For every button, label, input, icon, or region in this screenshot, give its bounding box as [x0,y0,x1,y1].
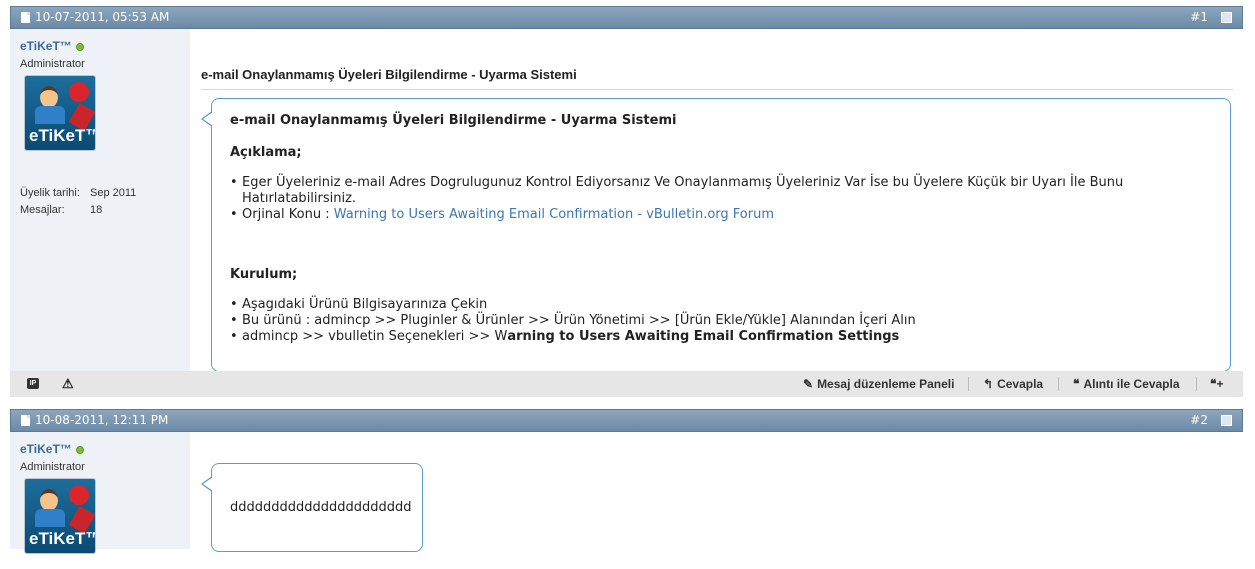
inline-mod-checkbox[interactable] [1221,415,1232,426]
user-info-panel: eTiKeT™ Administrator eTiKeT™ Üyelik tar… [10,29,190,372]
reply-button[interactable]: ↰ Cevapla [983,377,1043,391]
message-heading: e-mail Onaylanmamış Üyeleri Bilgilendirm… [230,113,677,128]
divider [1196,377,1197,391]
post-body: eTiKeT™ Administrator eTiKeT™ dddddddddd… [10,432,1243,554]
message-bubble: dddddddddddddddddddddd [201,463,423,552]
online-status-icon [75,445,84,454]
post-date: 10-08-2011, 12:11 PM [35,413,169,427]
post-content: dddddddddddddddddddddd [190,432,1243,552]
user-title: Administrator [20,58,85,70]
section-aciklama: Açıklama; [230,145,302,160]
flag-icon [69,485,89,505]
post-number-link[interactable]: #1 [1190,7,1208,28]
inline-mod-checkbox[interactable] [1221,12,1232,23]
reply-icon: ↰ [983,377,994,391]
avatar-text: eTiKeT™ [29,126,96,145]
pencil-icon: ✎ [803,377,814,391]
post-count: Mesajlar: 18 [20,204,103,216]
message-bubble: e-mail Onaylanmamış Üyeleri Bilgilendirm… [201,98,1231,372]
post-number-link[interactable]: #2 [1190,410,1208,431]
kurulum-list: Aşagıdaki Ürünü Bilgisayarınıza Çekin Bu… [230,297,1182,345]
username-link[interactable]: eTiKeT™ [20,39,84,53]
multi-quote-button[interactable]: ❝+ [1210,377,1223,391]
join-date: Üyelik tarihi: Sep 2011 [20,187,137,199]
post-2: 10-08-2011, 12:11 PM #2 eTiKeT™ Administ… [10,409,1243,569]
post-date: 10-07-2011, 05:53 AM [35,10,170,24]
avatar[interactable]: eTiKeT™ [24,75,96,151]
avatar-text: eTiKeT™ [29,529,96,548]
list-item: Orjinal Konu : Warning to Users Awaiting… [230,207,1182,223]
list-item: admincp >> vbulletin Seçenekleri >> Warn… [230,329,1182,345]
edit-panel-button[interactable]: ✎ Mesaj düzenleme Paneli [803,377,954,391]
user-info-panel: eTiKeT™ Administrator eTiKeT™ [10,432,190,554]
username-text: eTiKeT™ [20,442,72,456]
post-footer: IP ⚠ ✎ Mesaj düzenleme Paneli ↰ Cevapla ❝ A… [10,371,1243,397]
post-header: 10-07-2011, 05:53 AM #1 [10,6,1243,29]
document-icon [21,12,30,23]
section-kurulum: Kurulum; [230,267,298,282]
user-title: Administrator [20,461,85,473]
post-body: eTiKeT™ Administrator eTiKeT™ Üyelik tar… [10,29,1243,372]
divider [1058,377,1059,391]
original-topic-link[interactable]: Warning to Users Awaiting Email Confirma… [334,207,774,222]
avatar[interactable]: eTiKeT™ [24,478,96,554]
list-item: Aşagıdaki Ürünü Bilgisayarınıza Çekin [230,297,1182,313]
document-icon [21,415,30,426]
list-item: Bu ürünü : admincp >> Pluginler & Ürünle… [230,313,1182,329]
message-text: dddddddddddddddddddddd [230,500,412,515]
flag-icon [69,82,89,102]
divider [968,377,969,391]
post-title: e-mail Onaylanmamış Üyeleri Bilgilendirm… [201,67,577,82]
quote-reply-button[interactable]: ❝ Alıntı ile Cevapla [1073,377,1180,391]
list-item: Eger Üyeleriniz e-mail Adres Dogrulugunu… [230,175,1182,207]
quote-icon: ❝ [1073,377,1080,391]
post-content: e-mail Onaylanmamış Üyeleri Bilgilendirm… [190,29,1243,372]
username-link[interactable]: eTiKeT™ [20,442,84,456]
online-status-icon [75,42,84,51]
multi-quote-icon: ❝+ [1210,377,1224,391]
aciklama-list: Eger Üyeleriniz e-mail Adres Dogrulugunu… [230,175,1182,223]
ip-icon[interactable]: IP [27,378,39,389]
post-header: 10-08-2011, 12:11 PM #2 [10,409,1243,432]
username-text: eTiKeT™ [20,39,72,53]
post-1: 10-07-2011, 05:53 AM #1 eTiKeT™ Administ… [10,6,1243,398]
report-warning-icon[interactable]: ⚠ [62,376,74,392]
title-divider [201,89,1233,90]
